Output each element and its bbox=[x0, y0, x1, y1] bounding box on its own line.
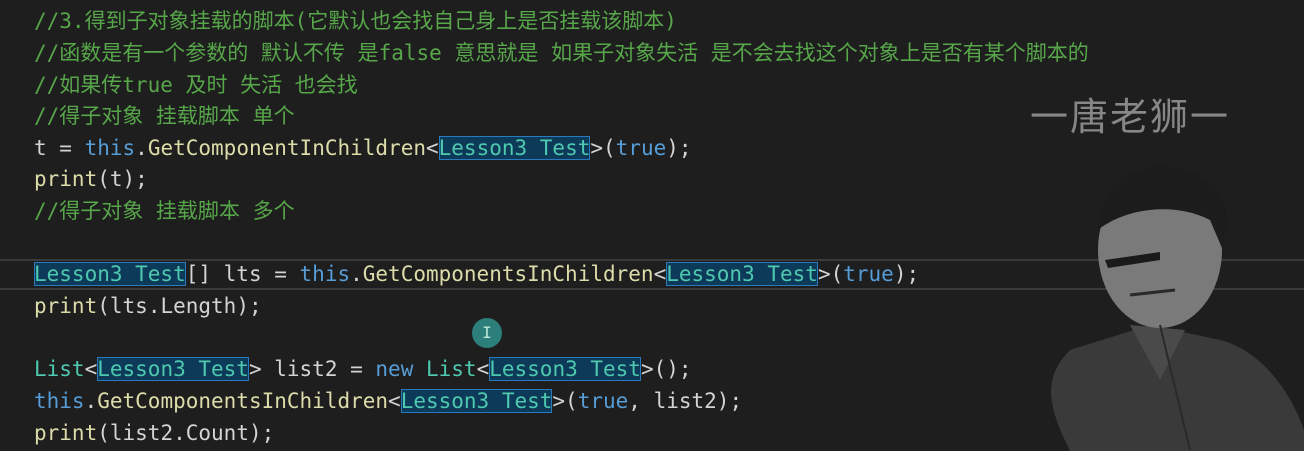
variable: lts bbox=[109, 294, 148, 318]
highlighted-type: Lesson3_Test bbox=[97, 357, 249, 381]
punct: . bbox=[135, 136, 148, 160]
watermark-logo: 一唐老狮一 bbox=[1030, 95, 1231, 139]
highlighted-type: Lesson3_Test bbox=[666, 262, 818, 286]
code-line-9: Lesson3_Test[] lts = this.GetComponentsI… bbox=[34, 259, 919, 290]
code-line-7: //得子对象 挂载脚本 多个 bbox=[34, 199, 295, 223]
code-line-13: this.GetComponentsInChildren<Lesson3_Tes… bbox=[34, 386, 742, 417]
method-name: GetComponentInChildren bbox=[147, 136, 426, 160]
punct: . bbox=[350, 262, 363, 286]
method-name: print bbox=[34, 421, 98, 445]
operator: = bbox=[261, 262, 300, 286]
code-line-3: //如果传true 及时 失活 也会找 bbox=[34, 73, 358, 97]
keyword: true bbox=[843, 262, 894, 286]
keyword: new bbox=[375, 357, 414, 381]
punct: ( bbox=[97, 294, 110, 318]
cartoon-man-portrait-icon bbox=[1051, 166, 1304, 451]
punct: ); bbox=[248, 421, 275, 445]
code-line-2: //函数是有一个参数的 默认不传 是false 意思就是 如果子对象失活 是不会… bbox=[34, 41, 1089, 65]
keyword: this bbox=[299, 262, 351, 286]
punct: [] bbox=[185, 262, 224, 286]
punct: < bbox=[425, 136, 439, 160]
text-cursor-icon: I bbox=[472, 318, 502, 348]
keyword: this bbox=[84, 136, 136, 160]
punct: < bbox=[388, 389, 401, 413]
punct: ); bbox=[716, 389, 743, 413]
punct: < bbox=[84, 357, 98, 381]
punct: >( bbox=[590, 136, 616, 160]
operator: = bbox=[46, 136, 85, 160]
highlighted-type: Lesson3_Test bbox=[489, 357, 641, 381]
property: Length bbox=[160, 294, 237, 318]
punct: ); bbox=[893, 262, 920, 286]
type-name: List bbox=[34, 357, 85, 381]
method-name: print bbox=[34, 167, 98, 191]
punct: . bbox=[173, 421, 186, 445]
code-line-14: print(list2.Count); bbox=[34, 418, 274, 449]
keyword: this bbox=[34, 389, 85, 413]
punct: ); bbox=[666, 136, 692, 160]
variable: list2 bbox=[109, 421, 174, 445]
punct: >( bbox=[817, 262, 844, 286]
variable: t bbox=[109, 167, 123, 191]
punct: < bbox=[476, 357, 490, 381]
punct: , bbox=[628, 389, 654, 413]
punct: ( bbox=[97, 421, 110, 445]
variable: list2 bbox=[274, 357, 338, 381]
keyword: true bbox=[615, 136, 667, 160]
property: Count bbox=[185, 421, 249, 445]
punct: >( bbox=[552, 389, 578, 413]
punct: . bbox=[147, 294, 161, 318]
keyword: true bbox=[577, 389, 629, 413]
method-name: GetComponentsInChildren bbox=[362, 262, 654, 286]
punct: > bbox=[248, 357, 275, 381]
punct: ); bbox=[122, 167, 148, 191]
highlighted-type: Lesson3_Test bbox=[438, 136, 591, 160]
punct: ); bbox=[236, 294, 262, 318]
variable: list2 bbox=[653, 389, 717, 413]
method-name: GetComponentsInChildren bbox=[97, 389, 389, 413]
type-name: List bbox=[426, 357, 477, 381]
code-line-4: //得子对象 挂载脚本 单个 bbox=[34, 104, 295, 128]
code-line-6: print(t); bbox=[34, 164, 148, 195]
punct: < bbox=[653, 262, 667, 286]
variable: lts bbox=[223, 262, 262, 286]
code-line-12: List<Lesson3_Test> list2 = new List<Less… bbox=[34, 354, 692, 385]
punct: . bbox=[84, 389, 98, 413]
code-line-1: //3.得到子对象挂载的脚本(它默认也会找自己身上是否挂载该脚本) bbox=[34, 9, 677, 33]
highlighted-type: Lesson3_Test bbox=[34, 262, 186, 286]
highlighted-type: Lesson3_Test bbox=[400, 389, 553, 413]
variable: t bbox=[34, 136, 47, 160]
code-line-10: print(lts.Length); bbox=[34, 291, 262, 322]
punct: ( bbox=[97, 167, 110, 191]
code-line-5: t = this.GetComponentInChildren<Lesson3_… bbox=[34, 133, 692, 164]
method-name: print bbox=[34, 294, 98, 318]
operator: = bbox=[337, 357, 376, 381]
punct: >(); bbox=[640, 357, 692, 381]
